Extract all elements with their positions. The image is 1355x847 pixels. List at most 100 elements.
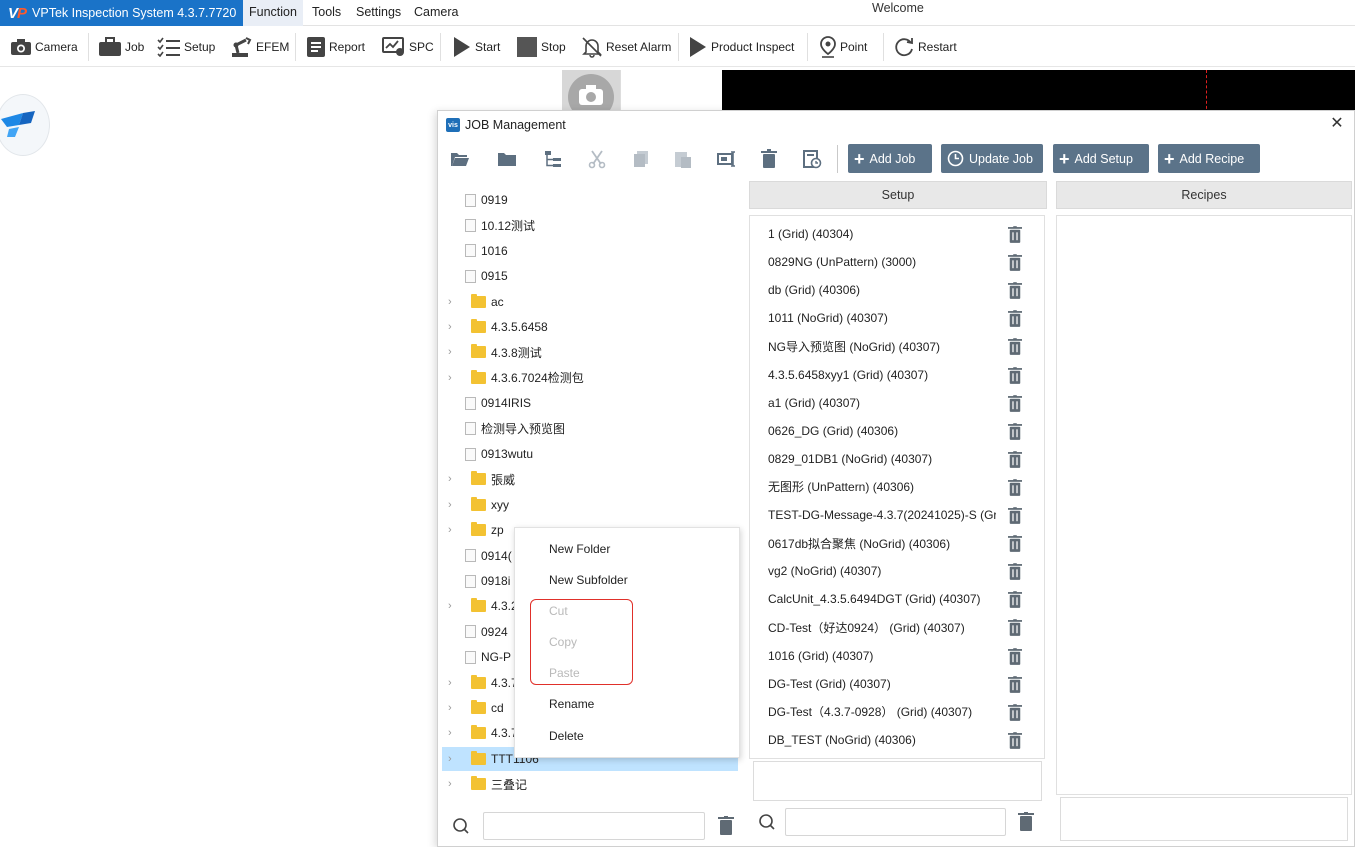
setup-list-item[interactable]: 0626_DG (Grid) (40306) <box>750 417 1044 445</box>
tree-structure-icon[interactable] <box>543 149 563 169</box>
camera-thumbnail[interactable] <box>562 70 620 120</box>
tree-folder-item[interactable]: › 4.3.5.6458 <box>442 315 738 339</box>
setup-button[interactable]: Setup <box>157 34 215 60</box>
report-button[interactable]: Report <box>306 34 365 60</box>
menu-tools[interactable]: Tools <box>312 0 341 26</box>
add-job-button[interactable]: + Add Job <box>848 144 932 173</box>
setup-list-item[interactable]: db (Grid) (40306) <box>750 276 1044 304</box>
trash-icon[interactable] <box>1008 731 1022 749</box>
efem-button[interactable]: EFEM <box>229 34 289 60</box>
chevron-right-icon[interactable]: › <box>448 321 456 333</box>
chevron-right-icon[interactable]: › <box>448 702 456 714</box>
setup-list-item[interactable]: DB_TEST (NoGrid) (40306) <box>750 726 1044 754</box>
paste-icon[interactable] <box>673 149 693 169</box>
setup-list-item[interactable]: DG-Test（4.3.7-0928） (Grid) (40307) <box>750 698 1044 726</box>
setup-list-item[interactable]: a1 (Grid) (40307) <box>750 389 1044 417</box>
rename-icon[interactable] <box>717 149 737 169</box>
chevron-right-icon[interactable]: › <box>448 524 456 536</box>
setup-list-item[interactable]: 0829NG (UnPattern) (3000) <box>750 248 1044 276</box>
chevron-right-icon[interactable]: › <box>448 677 456 689</box>
chevron-right-icon[interactable]: › <box>448 753 456 765</box>
setup-list-item[interactable]: vg2 (NoGrid) (40307) <box>750 557 1044 585</box>
add-setup-button[interactable]: + Add Setup <box>1053 144 1149 173</box>
trash-icon[interactable] <box>759 149 779 169</box>
chevron-right-icon[interactable]: › <box>448 778 456 790</box>
menu-camera[interactable]: Camera <box>414 0 458 26</box>
trash-icon[interactable] <box>1008 366 1022 384</box>
tree-folder-item[interactable]: › ac <box>442 290 738 314</box>
chevron-right-icon[interactable]: › <box>448 473 456 485</box>
tree-file-item[interactable]: 1016 <box>442 239 738 263</box>
setup-list-item[interactable]: 0617db拟合聚焦 (NoGrid) (40306) <box>750 529 1044 557</box>
trash-icon[interactable] <box>1008 422 1022 440</box>
setup-list-item[interactable]: CalcUnit_4.3.5.6494DGT (Grid) (40307) <box>750 585 1044 613</box>
update-job-button[interactable]: Update Job <box>941 144 1043 173</box>
trash-icon[interactable] <box>1018 812 1034 831</box>
setup-list-item[interactable]: 1 (Grid) (40304) <box>750 220 1044 248</box>
product-inspect-button[interactable]: Product Inspect <box>688 34 794 60</box>
trash-icon[interactable] <box>1008 591 1022 609</box>
folder-icon[interactable] <box>497 149 517 169</box>
trash-icon[interactable] <box>1008 226 1022 243</box>
camera-button[interactable]: Camera <box>10 34 78 60</box>
close-button[interactable]: ✕ <box>1328 115 1346 133</box>
setup-list-item[interactable]: 1011 (NoGrid) (40307) <box>750 304 1044 332</box>
menu-settings[interactable]: Settings <box>356 0 401 26</box>
setup-list-item[interactable]: 无图形 (UnPattern) (40306) <box>750 473 1044 501</box>
trash-icon[interactable] <box>1008 394 1022 412</box>
chevron-right-icon[interactable]: › <box>448 372 456 384</box>
add-recipe-button[interactable]: + Add Recipe <box>1158 144 1260 173</box>
chevron-right-icon[interactable]: › <box>448 346 456 358</box>
new-subfolder-menu-item[interactable]: New Subfolder <box>549 573 628 587</box>
trash-icon[interactable] <box>1008 535 1022 552</box>
tree-file-item[interactable]: 0913wutu <box>442 442 738 466</box>
copy-menu-item[interactable]: Copy <box>549 635 577 649</box>
setup-list-item[interactable]: 0829_01DB1 (NoGrid) (40307) <box>750 445 1044 473</box>
setup-list-item[interactable]: DG-Test (Grid) (40307) <box>750 670 1044 698</box>
setup-list-item[interactable]: NG导入预览图 (NoGrid) (40307) <box>750 332 1044 360</box>
trash-icon[interactable] <box>1008 450 1022 468</box>
restart-button[interactable]: Restart <box>893 34 957 60</box>
reset-alarm-button[interactable]: Reset Alarm <box>581 34 671 60</box>
tree-folder-item[interactable]: › 4.3.6.7024检测包 <box>442 366 738 390</box>
stop-button[interactable]: Stop <box>516 34 566 60</box>
new-folder-menu-item[interactable]: New Folder <box>549 542 610 556</box>
trash-icon[interactable] <box>1008 254 1022 271</box>
cut-menu-item[interactable]: Cut <box>549 604 568 618</box>
trash-icon[interactable] <box>718 816 734 835</box>
trash-icon[interactable] <box>1008 675 1022 693</box>
menu-function[interactable]: Function <box>243 0 303 26</box>
setup-list-item[interactable]: TEST-DG-Message-4.3.7(20241025)-S (Gri <box>750 501 1044 529</box>
job-button[interactable]: Job <box>98 34 144 60</box>
tree-folder-item[interactable]: › xyy <box>442 493 738 517</box>
trash-icon[interactable] <box>1008 338 1022 356</box>
trash-icon[interactable] <box>1008 310 1022 328</box>
chevron-right-icon[interactable]: › <box>448 727 456 739</box>
trash-icon[interactable] <box>1008 563 1022 580</box>
chevron-right-icon[interactable]: › <box>448 499 456 511</box>
tree-folder-item[interactable]: › 三叠记 <box>442 772 738 796</box>
tree-file-item[interactable]: 0914IRIS <box>442 391 738 415</box>
tree-file-item[interactable]: 0919 <box>442 188 738 212</box>
chevron-right-icon[interactable]: › <box>448 296 456 308</box>
tree-folder-item[interactable]: › 張威 <box>442 467 738 491</box>
trash-icon[interactable] <box>1008 647 1022 665</box>
point-button[interactable]: Point <box>819 34 867 60</box>
start-button[interactable]: Start <box>452 34 500 60</box>
open-folder-icon[interactable] <box>450 149 470 169</box>
tree-search-input[interactable] <box>483 812 705 840</box>
trash-icon[interactable] <box>1008 479 1022 496</box>
paste-menu-item[interactable]: Paste <box>549 666 580 680</box>
tree-file-item[interactable]: 0915 <box>442 264 738 288</box>
rename-menu-item[interactable]: Rename <box>549 697 594 711</box>
tree-file-item[interactable]: 检测导入预览图 <box>442 417 738 441</box>
trash-icon[interactable] <box>1008 619 1022 637</box>
tree-folder-item[interactable]: › 4.3.8测试 <box>442 340 738 364</box>
setup-list-item[interactable]: 1016 (Grid) (40307) <box>750 642 1044 670</box>
setup-list-item[interactable]: 4.3.5.6458xyy1 (Grid) (40307) <box>750 361 1044 389</box>
cut-icon[interactable] <box>587 149 607 169</box>
spc-button[interactable]: SPC <box>382 34 434 60</box>
trash-icon[interactable] <box>1008 282 1022 299</box>
chevron-right-icon[interactable]: › <box>448 600 456 612</box>
delete-menu-item[interactable]: Delete <box>549 729 584 743</box>
